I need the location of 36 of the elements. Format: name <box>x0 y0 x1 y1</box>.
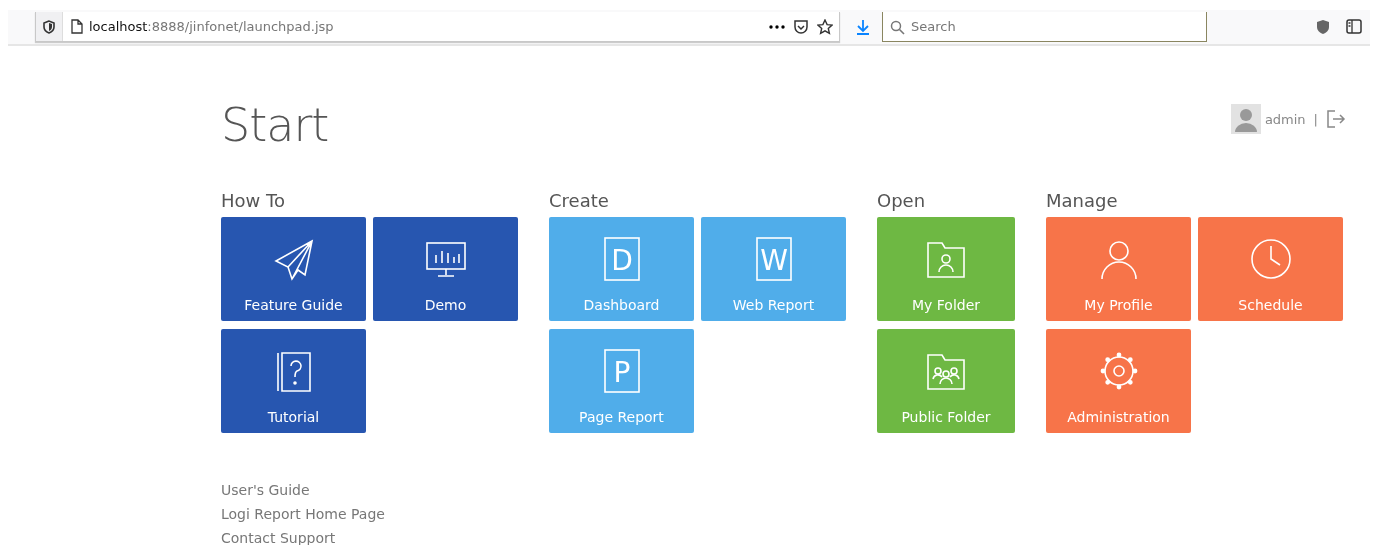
launch-tile[interactable]: P Page Report <box>549 329 694 433</box>
document-letter-icon: W <box>755 237 792 281</box>
launch-tile[interactable]: D Dashboard <box>549 217 694 321</box>
launch-tile[interactable]: Schedule <box>1198 217 1343 321</box>
logout-icon[interactable] <box>1326 109 1346 129</box>
launch-tile[interactable]: Administration <box>1046 329 1191 433</box>
shield-icon[interactable] <box>43 19 55 34</box>
sidebar-icon[interactable] <box>1346 19 1362 34</box>
document-letter-icon: D <box>603 237 640 281</box>
download-icon[interactable] <box>856 19 870 35</box>
group-heading: How To <box>221 190 286 212</box>
launch-tile[interactable]: My Folder <box>877 217 1015 321</box>
footer-link[interactable]: Logi Report Home Page <box>221 504 385 524</box>
group-heading: Open <box>877 190 927 212</box>
group-heading: Manage <box>1046 190 1119 212</box>
search-icon <box>890 20 905 35</box>
launch-tile[interactable]: Feature Guide <box>221 217 366 321</box>
page-title: Start <box>221 98 329 152</box>
launch-tile[interactable]: Public Folder <box>877 329 1015 433</box>
user-name[interactable]: admin <box>1264 111 1306 127</box>
page-icon <box>71 19 83 34</box>
pocket-icon[interactable] <box>793 18 809 35</box>
star-icon[interactable] <box>817 18 833 35</box>
search-field[interactable]: Search <box>882 12 1207 42</box>
launch-tile[interactable]: W Web Report <box>701 217 846 321</box>
launch-tile[interactable]: My Profile <box>1046 217 1191 321</box>
ublock-icon[interactable] <box>1316 19 1330 35</box>
footer-link[interactable]: Contact Support <box>221 528 336 545</box>
group-heading: Create <box>549 190 610 212</box>
url-text[interactable]: localhost:8888/jinfonet/launchpad.jsp <box>89 19 334 34</box>
launch-tile[interactable]: Tutorial <box>221 329 366 433</box>
clock-icon <box>1248 237 1293 281</box>
launch-tile[interactable]: Demo <box>373 217 518 321</box>
document-letter-icon: P <box>603 349 640 393</box>
footer-link[interactable]: User's Guide <box>221 480 310 500</box>
separator: | <box>1313 111 1318 127</box>
